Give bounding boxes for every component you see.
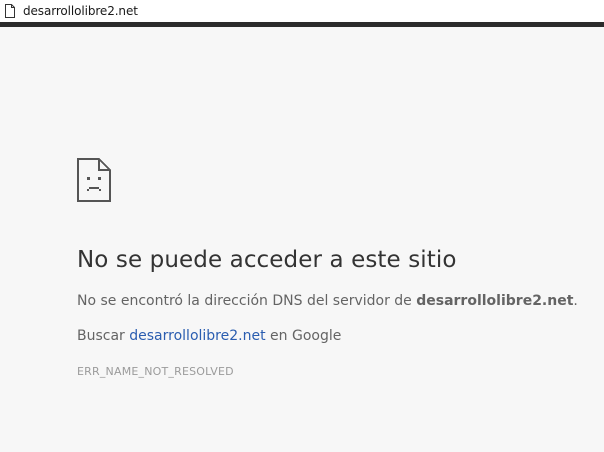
search-prefix: Buscar (77, 328, 130, 344)
description-prefix: No se encontró la dirección DNS del serv… (77, 293, 417, 309)
search-suggestion: Buscar desarrollolibre2.net en Google (77, 328, 597, 344)
toolbar-divider (0, 22, 604, 27)
error-content: No se puede acceder a este sitio No se e… (77, 158, 597, 378)
search-suffix: en Google (265, 328, 342, 344)
error-description: No se encontró la dirección DNS del serv… (77, 293, 597, 309)
search-google-link[interactable]: desarrollolibre2.net (129, 328, 265, 344)
page-icon (5, 4, 15, 18)
address-bar[interactable]: desarrollolibre2.net (0, 0, 604, 22)
error-code: ERR_NAME_NOT_RESOLVED (77, 365, 234, 378)
page-title: No se puede acceder a este sitio (77, 247, 457, 273)
url-text[interactable]: desarrollolibre2.net (23, 4, 138, 18)
description-host: desarrollolibre2.net (416, 293, 574, 309)
description-suffix: . (573, 293, 578, 309)
sad-page-icon (77, 158, 111, 202)
